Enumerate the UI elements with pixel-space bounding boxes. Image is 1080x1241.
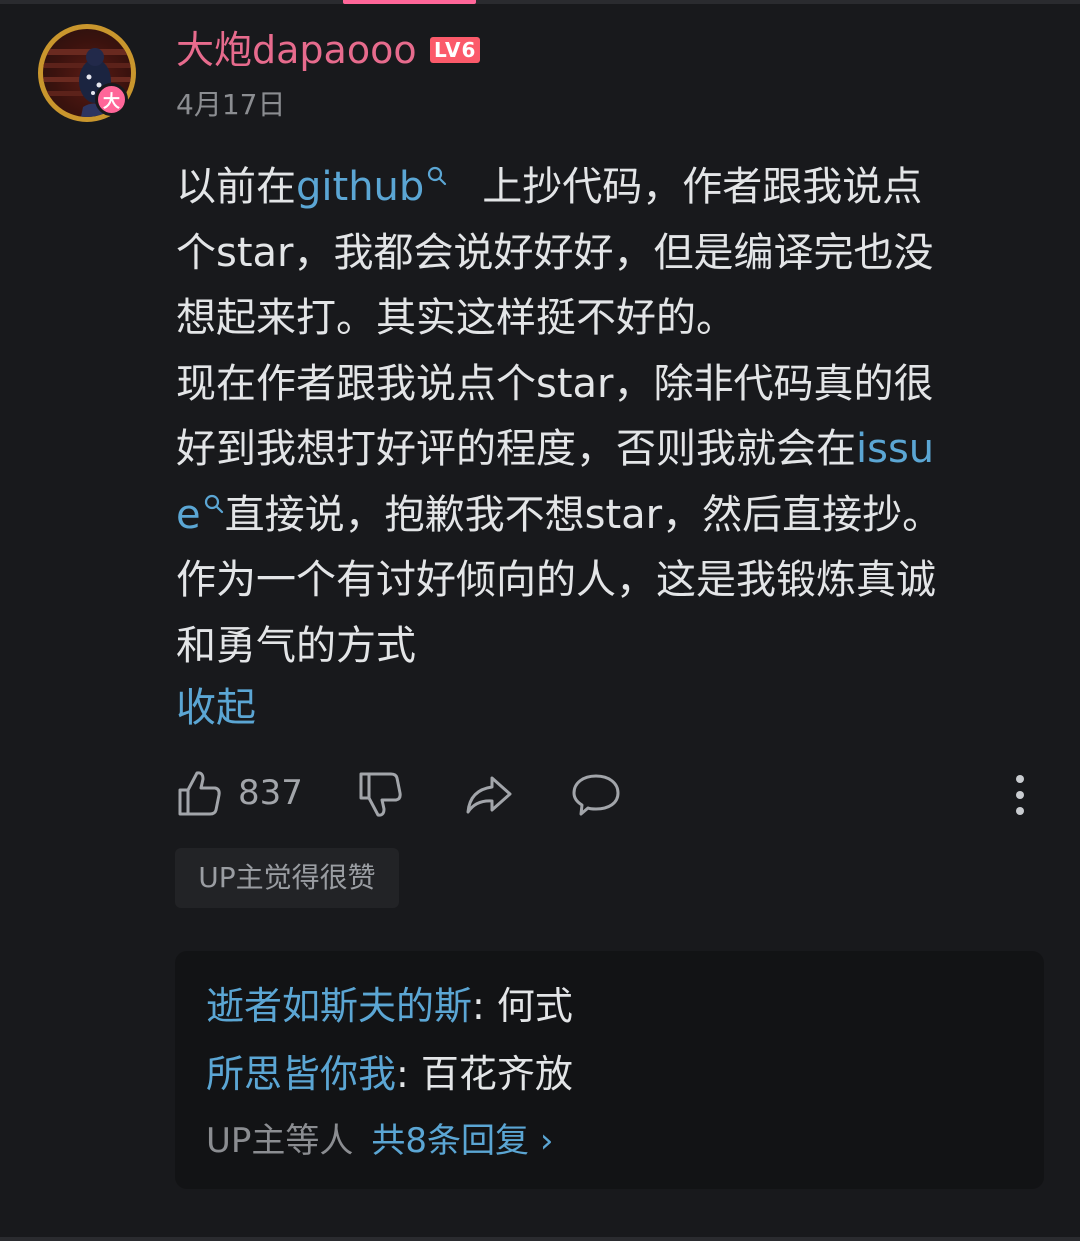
collapse-button[interactable]: 收起 bbox=[176, 678, 256, 738]
share-icon bbox=[466, 776, 512, 814]
replies-preview[interactable]: 逝者如斯夫的斯: 何式 所思皆你我: 百花齐放 UP主等人 共8条回复 › bbox=[175, 951, 1044, 1189]
avatar-badge: 大 bbox=[95, 83, 128, 116]
comment-line: e 直接说，抱歉我不想star，然后直接抄。 bbox=[176, 491, 943, 538]
thumbs-down-icon bbox=[359, 772, 402, 817]
reply-item[interactable]: 逝者如斯夫的斯: 何式 bbox=[206, 979, 573, 1033]
more-icon[interactable] bbox=[1012, 774, 1028, 816]
level-badge: LV6 bbox=[430, 37, 481, 63]
comment-line: 想起来打。其实这样挺不好的。 bbox=[176, 295, 736, 341]
comment-line: 个star，我都会说好好好，但是编译完也没 bbox=[176, 229, 934, 276]
comment-date: 4月17日 bbox=[176, 88, 286, 121]
top-border bbox=[0, 0, 1080, 4]
bottom-divider bbox=[0, 1237, 1080, 1241]
reply-footer: UP主等人 共8条回复 › bbox=[206, 1115, 553, 1167]
username[interactable]: 大炮dapaooo bbox=[176, 24, 417, 76]
search-icon bbox=[428, 166, 447, 186]
comment-body: 以前在github 上抄代码，作者跟我说点 个star，我都会说好好好，但是编译完… bbox=[176, 155, 1046, 679]
reply-username[interactable]: 逝者如斯夫的斯 bbox=[206, 984, 472, 1028]
like-count: 837 bbox=[238, 773, 303, 813]
github-link[interactable]: github bbox=[296, 164, 448, 210]
thumbs-up-icon bbox=[178, 771, 221, 816]
up-others-label: UP主等人 bbox=[206, 1121, 354, 1161]
reply-button[interactable] bbox=[571, 772, 621, 818]
comment-line: 好到我想打好评的程度，否则我就会在issu bbox=[176, 426, 935, 472]
comment-line: 和勇气的方式 bbox=[176, 622, 416, 669]
tab-indicator bbox=[343, 0, 476, 4]
up-liked-tag: UP主觉得很赞 bbox=[175, 848, 399, 908]
dislike-button[interactable] bbox=[357, 770, 403, 820]
reply-item[interactable]: 所思皆你我: 百花齐放 bbox=[206, 1047, 573, 1101]
issue-link-continued[interactable]: e bbox=[176, 492, 225, 538]
comment-line: 现在作者跟我说点个star，除非代码真的很 bbox=[176, 360, 934, 407]
comment-line: 以前在github 上抄代码，作者跟我说点 bbox=[176, 164, 923, 210]
reply-username[interactable]: 所思皆你我 bbox=[206, 1052, 396, 1096]
comment-icon bbox=[572, 774, 620, 816]
reply-text: : 何式 bbox=[472, 984, 573, 1028]
search-icon bbox=[204, 494, 223, 513]
issue-link[interactable]: issu bbox=[856, 426, 934, 472]
comment-line: 作为一个有讨好倾向的人，这是我锻炼真诚 bbox=[176, 557, 936, 603]
reply-text: : 百花齐放 bbox=[396, 1052, 573, 1096]
like-button[interactable]: 837 bbox=[176, 768, 303, 818]
share-button[interactable] bbox=[464, 774, 514, 816]
view-replies-link[interactable]: 共8条回复 › bbox=[371, 1121, 553, 1161]
